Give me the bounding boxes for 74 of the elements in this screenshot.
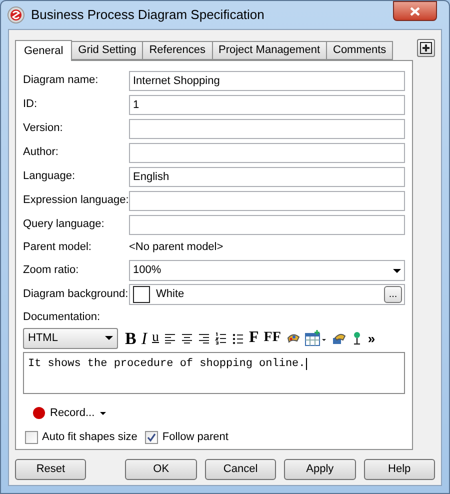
field-label: Language: <box>23 169 76 184</box>
align-left-button[interactable] <box>163 332 178 344</box>
record-icon <box>33 407 45 419</box>
paint-icon <box>286 331 300 345</box>
paint-button[interactable] <box>284 331 301 345</box>
dialog-button[interactable]: OK <box>125 459 197 480</box>
field-label: Zoom ratio: <box>23 263 80 278</box>
color-name: White <box>156 287 186 302</box>
plus-icon <box>420 42 432 54</box>
format-button[interactable]: » <box>366 332 376 344</box>
text-field[interactable] <box>129 214 405 234</box>
format-button[interactable]: B <box>124 330 138 346</box>
field-label: Query language: <box>23 217 106 232</box>
tab[interactable]: Comments <box>327 41 394 60</box>
paint-link-icon <box>332 331 346 345</box>
dialog-button[interactable]: Reset <box>15 459 86 480</box>
align-center-icon <box>181 332 194 344</box>
field-value: <No parent model> <box>129 240 224 255</box>
record-button[interactable]: Record... <box>33 403 106 423</box>
dropdown-value: HTML <box>28 330 59 346</box>
bullet-list-button[interactable] <box>231 332 246 344</box>
dropdown[interactable]: 100% <box>129 260 405 281</box>
tab[interactable]: Project Management <box>212 41 327 60</box>
field-label: Diagram name: <box>23 73 100 88</box>
add-button[interactable] <box>417 39 435 57</box>
text-field[interactable] <box>129 190 405 210</box>
align-left-icon <box>164 332 176 344</box>
field-label: Documentation: <box>23 310 102 325</box>
field-label: Expression language: <box>23 193 129 208</box>
align-right-button[interactable] <box>197 332 212 344</box>
paint-link-button[interactable] <box>330 331 347 345</box>
dialog-button[interactable]: Cancel <box>204 459 276 480</box>
table-button[interactable] <box>304 330 328 346</box>
field-label: Author: <box>23 145 60 160</box>
documentation-text: It shows the procedure of shopping online. <box>28 358 308 370</box>
field-label: Diagram background: <box>23 287 129 302</box>
checkbox[interactable]: Follow parent <box>145 429 228 446</box>
table-icon <box>304 330 327 346</box>
color-field[interactable]: White ... <box>129 284 405 305</box>
format-button[interactable]: I <box>140 330 148 346</box>
field-label: ID: <box>23 97 38 112</box>
documentation-editor[interactable]: It shows the procedure of shopping online. <box>23 352 405 394</box>
check-icon <box>147 432 156 442</box>
align-center-button[interactable] <box>180 332 194 344</box>
tab[interactable]: General <box>15 40 72 61</box>
text-field[interactable]: English <box>129 166 405 186</box>
field-label: Version: <box>23 121 64 136</box>
format-dropdown[interactable]: HTML <box>23 328 118 348</box>
browse-button[interactable]: ... <box>384 286 402 303</box>
dialog-button[interactable]: Help <box>364 459 436 480</box>
format-button[interactable]: u <box>151 331 160 345</box>
field-label: Parent model: <box>23 240 92 255</box>
text-field[interactable] <box>129 142 405 162</box>
window-title: Business Process Diagram Specification <box>31 6 266 24</box>
bullet-list-icon <box>232 332 244 344</box>
text-field[interactable]: Internet Shopping <box>129 70 405 90</box>
caret-icon <box>100 412 106 414</box>
format-button[interactable]: FF <box>262 331 282 345</box>
close-button[interactable] <box>393 1 437 21</box>
checkbox[interactable]: Auto fit shapes size <box>25 429 138 446</box>
caret-icon <box>393 268 401 272</box>
numbered-list-button[interactable] <box>214 332 228 344</box>
close-icon <box>410 6 420 16</box>
tab[interactable]: Grid Setting <box>72 41 144 60</box>
dropdown-value: 100% <box>133 263 162 278</box>
text-field[interactable] <box>129 118 405 138</box>
caret-icon <box>105 336 113 340</box>
align-right-icon <box>198 332 210 344</box>
app-logo-icon <box>7 6 25 24</box>
numbered-list-icon <box>215 332 228 344</box>
text-field[interactable]: 1 <box>129 94 405 114</box>
dialog-button[interactable]: Apply <box>284 459 356 480</box>
tab[interactable]: References <box>143 41 212 60</box>
format-button[interactable]: F <box>248 330 260 346</box>
